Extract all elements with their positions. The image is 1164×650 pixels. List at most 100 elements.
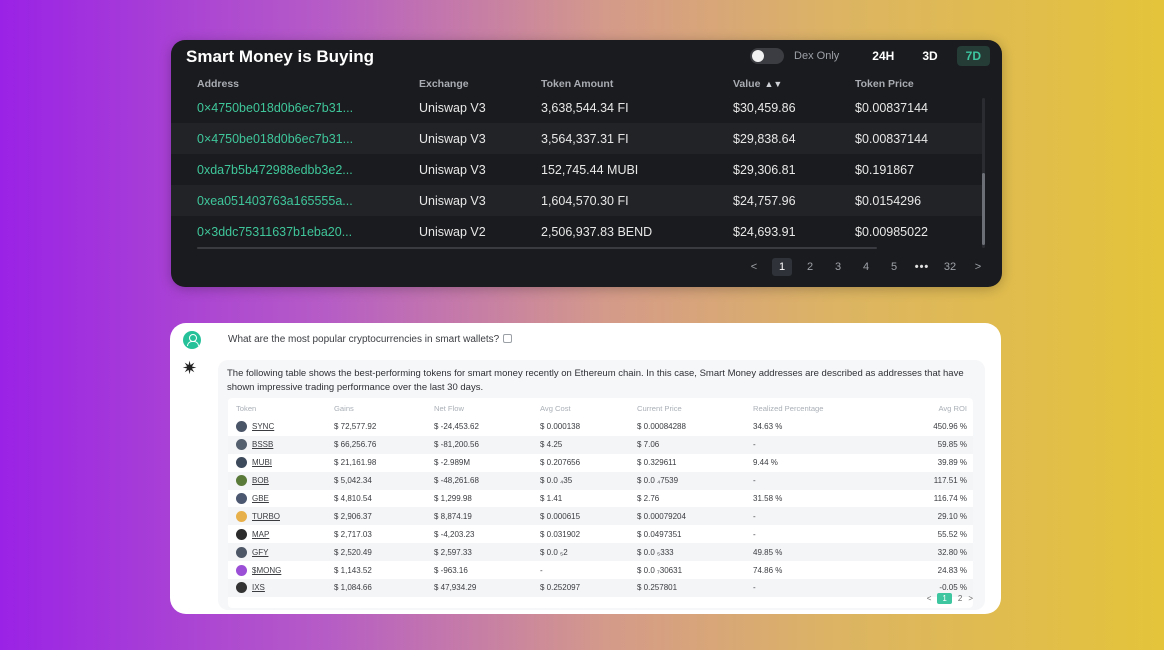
token-row[interactable]: MAP $ 2,717.03 $ -4,203.23 $ 0.031902 $ 0.04… [228,525,973,543]
page-button-5[interactable]: 5 [880,261,908,273]
dex-only-toggle[interactable] [750,48,785,64]
realized-percentage-cell: - [753,529,756,539]
token-link[interactable]: TURBO [252,512,280,521]
net-flow-cell: $ -963.16 [434,565,468,575]
column-header-current-price[interactable]: Current Price [637,404,753,413]
token-row[interactable]: $MONG $ 1,143.52 $ -963.16 - $ 0.0 ₇30631 74.… [228,561,973,579]
scrollbar-thumb[interactable] [982,173,985,245]
copy-icon[interactable] [503,334,513,343]
exchange-cell: Uniswap V3 [419,162,486,177]
next-page-button[interactable]: > [968,594,973,603]
user-avatar-icon [183,331,201,349]
pagination-ellipsis[interactable]: ••• [908,261,936,273]
table-row[interactable]: 0xea051403763a165555a... Uniswap V3 1,604,… [171,185,983,216]
address-link[interactable]: 0×4750be018d0b6ec7b31... [171,101,419,115]
column-header-token[interactable]: Token [228,404,334,413]
token-link[interactable]: BSSB [252,440,273,449]
address-link[interactable]: 0×4750be018d0b6ec7b31... [171,132,419,146]
token-link[interactable]: $MONG [252,566,281,575]
page-button-last[interactable]: 32 [936,261,964,273]
column-header-value[interactable]: Value ▲▼ [733,78,855,90]
token-logo-icon [236,528,247,540]
column-header-avg-roi[interactable]: Avg ROI [901,404,967,413]
table-body: 0×4750be018d0b6ec7b31... Uniswap V3 3,638,… [171,92,983,247]
token-logo-icon [236,582,247,594]
token-row[interactable]: IXS $ 1,084.66 $ 47,934.29 $ 0.252097 $ 0.25… [228,579,973,597]
timeframe-24h-button[interactable]: 24H [863,46,903,66]
token-link[interactable]: SYNC [252,422,274,431]
prev-page-button[interactable]: < [927,594,932,603]
value-header-label: Value [733,78,761,90]
token-price-cell: $0.00837144 [855,131,928,146]
timeframe-3d-button[interactable]: 3D [913,46,946,66]
token-row[interactable]: TURBO $ 2,906.37 $ 8,874.19 $ 0.000615 $ 0.0… [228,507,973,526]
avg-cost-cell: - [540,565,543,575]
page-button-1[interactable]: 1 [772,258,792,276]
token-row[interactable]: SYNC $ 72,577.92 $ -24,453.62 $ 0.000138 $ 0… [228,418,973,436]
realized-percentage-cell: - [753,511,756,521]
token-link[interactable]: GBE [252,494,269,503]
sort-icon[interactable]: ▲▼ [764,79,782,89]
current-price-cell: $ 0.329611 [637,458,677,468]
token-row[interactable]: MUBI $ 21,161.98 $ -2.989M $ 0.207656 $ 0.32… [228,454,973,472]
token-row[interactable]: GBE $ 4,810.54 $ 1,299.98 $ 1.41 $ 2.76 31.58… [228,490,973,508]
token-link[interactable]: MAP [252,530,269,539]
dex-only-label: Dex Only [794,50,840,62]
column-header-token-price[interactable]: Token Price [855,78,983,90]
table-row[interactable]: 0×4750be018d0b6ec7b31... Uniswap V3 3,638,… [171,92,983,123]
pagination: < 1 2 3 4 5 ••• 32 > [740,258,992,276]
token-link[interactable]: BOB [252,476,269,485]
avg-cost-cell: $ 1.41 [540,494,563,503]
exchange-cell: Uniswap V3 [419,131,486,146]
token-logo-icon [236,475,247,487]
token-logo-icon [236,546,247,558]
address-link[interactable]: 0×3ddc75311637b1eba20... [171,225,419,239]
next-page-button[interactable]: > [964,261,992,273]
token-table: Token Gains Net Flow Avg Cost Current Pr… [228,398,973,608]
column-header-gains[interactable]: Gains [334,404,434,413]
token-row[interactable]: BSSB $ 66,256.76 $ -81,200.56 $ 4.25 $ 7.06 -… [228,435,973,454]
assistant-answer: The following table shows the best-perfo… [218,360,985,610]
token-amount-cell: 3,564,337.31 FI [541,131,629,146]
table-row[interactable]: 0×4750be018d0b6ec7b31... Uniswap V3 3,564,… [171,123,983,154]
avg-cost-cell: $ 0.000138 [540,422,581,432]
table-row[interactable]: 0×3ddc75311637b1eba20... Uniswap V2 2,506,… [171,216,983,247]
avg-roi-cell: 117.51 % [933,476,967,486]
current-price-cell: $ 0.0 ₇30631 [637,565,683,575]
column-header-address[interactable]: Address [171,78,419,90]
user-question: What are the most popular cryptocurrenci… [228,334,513,345]
timeframe-7d-button[interactable]: 7D [956,46,990,66]
token-link[interactable]: IXS [252,583,265,592]
token-link[interactable]: GFY [252,548,268,557]
page-button-4[interactable]: 4 [852,261,880,273]
avg-roi-cell: 32.80 % [937,547,967,557]
token-cell: IXS [228,582,334,594]
gains-cell: $ 1,084.66 [334,583,372,593]
address-link[interactable]: 0xea051403763a165555a... [171,194,419,208]
vertical-scrollbar[interactable] [982,98,985,248]
column-header-net-flow[interactable]: Net Flow [434,404,540,413]
token-row[interactable]: GFY $ 2,520.49 $ 2,597.33 $ 0.0 ₅2 $ 0.0 ₅33… [228,543,973,562]
realized-percentage-cell: 31.58 % [753,494,783,503]
horizontal-scrollbar[interactable] [197,247,877,249]
address-link[interactable]: 0xda7b5b472988edbb3e2... [171,163,419,177]
exchange-cell: Uniswap V2 [419,224,486,239]
column-header-token-amount[interactable]: Token Amount [541,78,733,90]
table-row[interactable]: 0xda7b5b472988edbb3e2... Uniswap V3 152,74… [171,154,983,185]
token-cell: GFY [228,546,334,558]
prev-page-button[interactable]: < [740,261,768,273]
column-header-realized-percentage[interactable]: Realized Percentage [753,404,901,413]
current-price-cell: $ 0.00079204 [637,511,686,521]
page-button-1[interactable]: 1 [937,593,952,604]
column-header-avg-cost[interactable]: Avg Cost [540,404,637,413]
page-button-2[interactable]: 2 [958,594,962,603]
token-link[interactable]: MUBI [252,458,272,467]
token-cell: TURBO [228,510,334,522]
page-button-3[interactable]: 3 [824,261,852,273]
token-row[interactable]: BOB $ 5,042.34 $ -48,261.68 $ 0.0 ₄35 $ 0.0 … [228,471,973,490]
token-cell: MAP [228,528,334,540]
question-text: What are the most popular cryptocurrenci… [228,334,500,345]
column-header-exchange[interactable]: Exchange [419,78,541,90]
gains-cell: $ 72,577.92 [334,422,377,432]
page-button-2[interactable]: 2 [796,261,824,273]
